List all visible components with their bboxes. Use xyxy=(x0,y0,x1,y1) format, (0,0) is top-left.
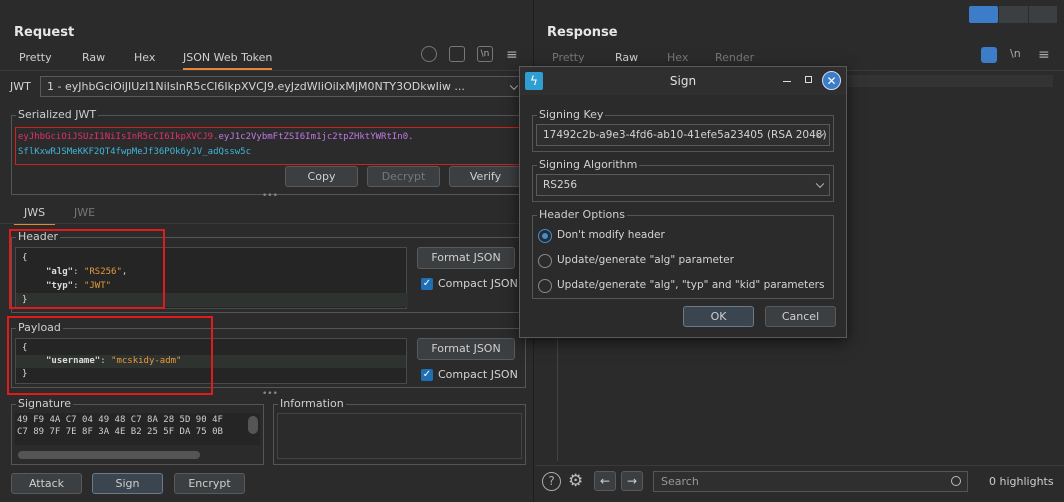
help-icon[interactable]: ? xyxy=(542,472,561,491)
signing-key-select[interactable]: 17492c2b-a9e3-4fd6-ab10-41efe5a23405 (RS… xyxy=(536,124,830,146)
payload-compact-json-label: Compact JSON xyxy=(438,368,518,381)
cancel-button[interactable]: Cancel xyxy=(765,306,836,327)
attack-button[interactable]: Attack xyxy=(11,473,82,494)
payload-format-json-button[interactable]: Format JSON xyxy=(417,338,515,360)
response-tab-render[interactable]: Render xyxy=(715,51,754,64)
layout-toggle[interactable] xyxy=(969,6,1057,23)
jwt-signature-part: SflKxwRJSMeKKF2QT4fwpMeJf36POk6yJV_adQss… xyxy=(18,147,251,157)
request-title: Request xyxy=(14,25,75,40)
information-box xyxy=(277,413,522,459)
tab-jwe[interactable]: JWE xyxy=(74,206,95,219)
search-icon xyxy=(951,476,961,486)
dialog-title: Sign xyxy=(669,74,697,88)
signature-h-scrollbar[interactable] xyxy=(18,451,200,459)
response-tab-pretty[interactable]: Pretty xyxy=(552,51,585,64)
sign-dialog: ϟ Sign ✕ Signing Key 17492c2b-a9e3-4fd6-… xyxy=(519,66,847,338)
signing-alg-select[interactable]: RS256 xyxy=(536,174,830,196)
ok-button[interactable]: OK xyxy=(683,306,754,327)
information-title: Information xyxy=(278,397,346,410)
sign-button[interactable]: Sign xyxy=(92,473,163,494)
single-view-icon[interactable] xyxy=(1029,6,1057,23)
response-title: Response xyxy=(547,25,618,40)
maximize-icon[interactable] xyxy=(805,76,812,83)
header-format-json-button[interactable]: Format JSON xyxy=(417,247,515,269)
wrap-icon[interactable] xyxy=(981,47,997,63)
jwt-select[interactable]: 1 - eyJhbGciOiJIUzI1NiIsInR5cCI6IkpXVCJ9… xyxy=(40,76,524,97)
signing-key-value: 17492c2b-a9e3-4fd6-ab10-41efe5a23405 (RS… xyxy=(543,129,827,141)
back-button[interactable]: ← xyxy=(594,471,616,491)
signature-title: Signature xyxy=(16,397,74,410)
newline-icon[interactable]: \n xyxy=(1010,47,1021,60)
radio-update-alg[interactable] xyxy=(538,254,552,268)
response-tab-hex[interactable]: Hex xyxy=(667,51,688,64)
radio-dont-modify-label: Don't modify header xyxy=(557,229,665,241)
stack-view-icon[interactable] xyxy=(999,6,1028,23)
payload-highlight-box xyxy=(7,316,213,395)
tab-json-web-token[interactable]: JSON Web Token xyxy=(183,51,273,70)
jwt-header-part: eyJhbGciOiJSUzI1NiIsInR5cCI6IkpXVCJ9. xyxy=(18,132,219,142)
signature-scrollbar[interactable] xyxy=(248,416,258,434)
header-compact-json-label: Compact JSON xyxy=(438,277,518,290)
jwt-payload-part: eyJ1c2VybmFtZSI6Im1jc2tpZHktYWRtIn0. xyxy=(218,132,414,142)
jwt-select-value: 1 - eyJhbGciOiJIUzI1NiIsInR5cCI6IkpXVCJ9… xyxy=(47,80,465,93)
header-options-title: Header Options xyxy=(537,208,627,221)
radio-update-all-label: Update/generate "alg", "typ" and "kid" p… xyxy=(557,279,825,291)
tab-raw[interactable]: Raw xyxy=(82,51,105,64)
radio-update-all[interactable] xyxy=(538,279,552,293)
encrypt-button[interactable]: Encrypt xyxy=(174,473,245,494)
tab-pretty[interactable]: Pretty xyxy=(19,51,52,64)
signing-alg-value: RS256 xyxy=(543,179,578,191)
radio-dont-modify[interactable] xyxy=(538,229,552,243)
header-compact-json-checkbox[interactable]: ✓ xyxy=(421,278,433,290)
signing-alg-title: Signing Algorithm xyxy=(537,158,640,171)
signing-key-title: Signing Key xyxy=(537,108,606,121)
copy-button[interactable]: Copy xyxy=(285,166,358,187)
search-placeholder: Search xyxy=(661,475,699,488)
gear-icon[interactable]: ⚙ xyxy=(568,471,583,491)
decrypt-button[interactable]: Decrypt xyxy=(367,166,440,187)
wrap-icon[interactable] xyxy=(449,46,465,62)
tab-hex[interactable]: Hex xyxy=(134,51,155,64)
jwt-label: JWT xyxy=(10,80,31,93)
forward-button[interactable]: → xyxy=(621,471,643,491)
header-highlight-box xyxy=(9,229,165,309)
serialized-jwt-text[interactable]: eyJhbGciOiJSUzI1NiIsInR5cCI6IkpXVCJ9.eyJ… xyxy=(15,127,523,165)
split-view-icon[interactable] xyxy=(969,6,998,23)
close-icon[interactable]: ✕ xyxy=(822,71,841,90)
dialog-titlebar: ϟ Sign ✕ xyxy=(520,67,846,95)
drag-handle-icon[interactable]: ••• xyxy=(262,389,278,399)
search-input[interactable]: Search xyxy=(653,471,968,492)
drag-handle-icon[interactable]: ••• xyxy=(262,191,278,201)
signature-hex[interactable]: 49 F9 4A C7 04 49 48 C7 8A 28 5D 90 4F C… xyxy=(15,413,260,445)
serialized-jwt-title: Serialized JWT xyxy=(16,108,99,121)
menu-icon[interactable]: ≡ xyxy=(1038,47,1050,63)
newline-icon[interactable]: \n xyxy=(477,46,493,62)
chevron-down-icon xyxy=(509,81,519,90)
radio-update-alg-label: Update/generate "alg" parameter xyxy=(557,254,734,266)
verify-button[interactable]: Verify xyxy=(449,166,522,187)
chevron-down-icon xyxy=(815,179,825,189)
minimize-icon[interactable] xyxy=(783,81,791,82)
hide-icon[interactable] xyxy=(421,46,437,62)
highlights-count: 0 highlights xyxy=(989,475,1054,488)
payload-compact-json-checkbox[interactable]: ✓ xyxy=(421,369,433,381)
request-panel: Request Pretty Raw Hex JSON Web Token \n… xyxy=(0,0,534,502)
response-first-line xyxy=(845,75,1053,87)
menu-icon[interactable]: ≡ xyxy=(506,47,518,63)
